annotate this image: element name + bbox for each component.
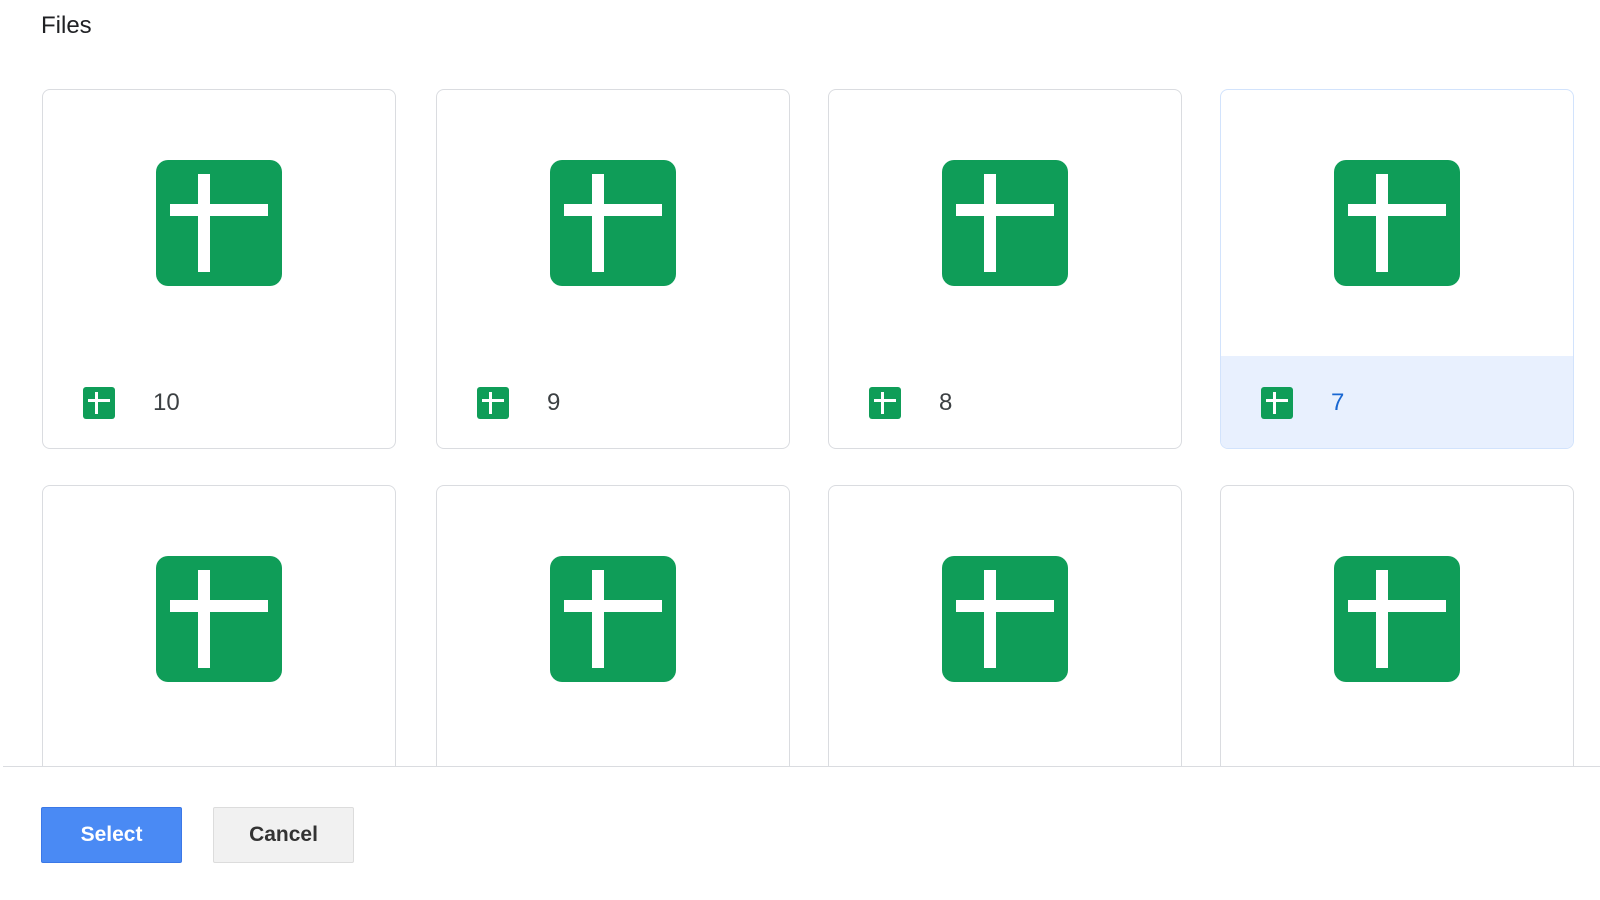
- file-name: 7: [1331, 389, 1345, 416]
- spreadsheet-icon: [942, 160, 1068, 286]
- spreadsheet-icon: [550, 556, 676, 682]
- spreadsheet-icon: [550, 160, 676, 286]
- file-card[interactable]: [828, 485, 1182, 766]
- footer-divider: [3, 766, 1600, 767]
- file-card-footer: 8: [829, 356, 1181, 448]
- file-thumbnail: [829, 90, 1181, 356]
- spreadsheet-icon: [156, 556, 282, 682]
- spreadsheet-icon: [1334, 556, 1460, 682]
- file-thumbnail: [43, 486, 395, 752]
- file-grid[interactable]: Files 10 9 8 7: [0, 0, 1600, 766]
- file-card-selected[interactable]: 7: [1220, 89, 1574, 449]
- spreadsheet-icon: [477, 387, 509, 419]
- file-thumbnail: [829, 486, 1181, 752]
- file-card-footer: [43, 752, 395, 766]
- spreadsheet-icon: [942, 556, 1068, 682]
- spreadsheet-icon: [869, 387, 901, 419]
- file-thumbnail: [1221, 90, 1573, 356]
- file-name: 9: [547, 389, 561, 416]
- file-thumbnail: [43, 90, 395, 356]
- file-card[interactable]: 9: [436, 89, 790, 449]
- spreadsheet-icon: [83, 387, 115, 419]
- file-picker-dialog: Files 10 9 8 7 Select Cancel: [0, 0, 1600, 900]
- file-name: 10: [153, 389, 180, 416]
- file-card[interactable]: 8: [828, 89, 1182, 449]
- cancel-button[interactable]: Cancel: [213, 807, 354, 863]
- file-card-footer: 9: [437, 356, 789, 448]
- file-thumbnail: [437, 486, 789, 752]
- spreadsheet-icon: [156, 160, 282, 286]
- file-thumbnail: [1221, 486, 1573, 752]
- file-card-footer: [437, 752, 789, 766]
- file-card-footer: 7: [1221, 356, 1573, 448]
- select-button[interactable]: Select: [41, 807, 182, 863]
- file-thumbnail: [437, 90, 789, 356]
- file-card-footer: [829, 752, 1181, 766]
- file-card[interactable]: [42, 485, 396, 766]
- file-name: 8: [939, 389, 953, 416]
- file-card-footer: [1221, 752, 1573, 766]
- spreadsheet-icon: [1334, 160, 1460, 286]
- file-card[interactable]: [436, 485, 790, 766]
- file-card[interactable]: [1220, 485, 1574, 766]
- file-card[interactable]: 10: [42, 89, 396, 449]
- file-card-footer: 10: [43, 356, 395, 448]
- section-title: Files: [41, 12, 92, 39]
- spreadsheet-icon: [1261, 387, 1293, 419]
